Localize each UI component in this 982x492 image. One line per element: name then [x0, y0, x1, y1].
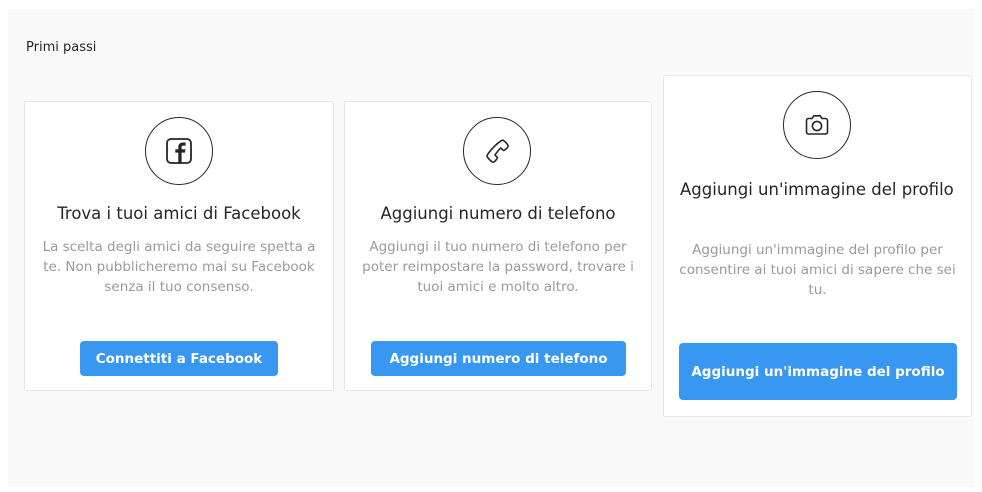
add-phone-number-button[interactable]: Aggiungi numero di telefono [371, 341, 626, 376]
add-profile-photo-button[interactable]: Aggiungi un'immagine del profilo [679, 343, 957, 400]
card-description: Aggiungi un'immagine del profilo per con… [679, 242, 956, 298]
facebook-icon [145, 117, 213, 185]
card-description: La scelta degli amici da seguire spetta … [42, 239, 316, 295]
card-description: Aggiungi il tuo numero di telefono per p… [362, 239, 634, 295]
card-title: Trova i tuoi amici di Facebook [57, 204, 301, 223]
card-add-phone: Aggiungi numero di telefono Aggiungi il … [344, 101, 652, 391]
card-title: Aggiungi numero di telefono [380, 204, 616, 223]
camera-icon [783, 91, 851, 159]
card-connect-facebook: Trova i tuoi amici di Facebook La scelta… [24, 101, 334, 391]
phone-icon [463, 117, 531, 185]
card-title: Aggiungi un'immagine del profilo [680, 180, 954, 199]
connect-facebook-button[interactable]: Connettiti a Facebook [80, 341, 278, 376]
card-add-profile-photo: Aggiungi un'immagine del profilo Aggiung… [663, 75, 972, 417]
section-title: Primi passi [26, 40, 97, 55]
